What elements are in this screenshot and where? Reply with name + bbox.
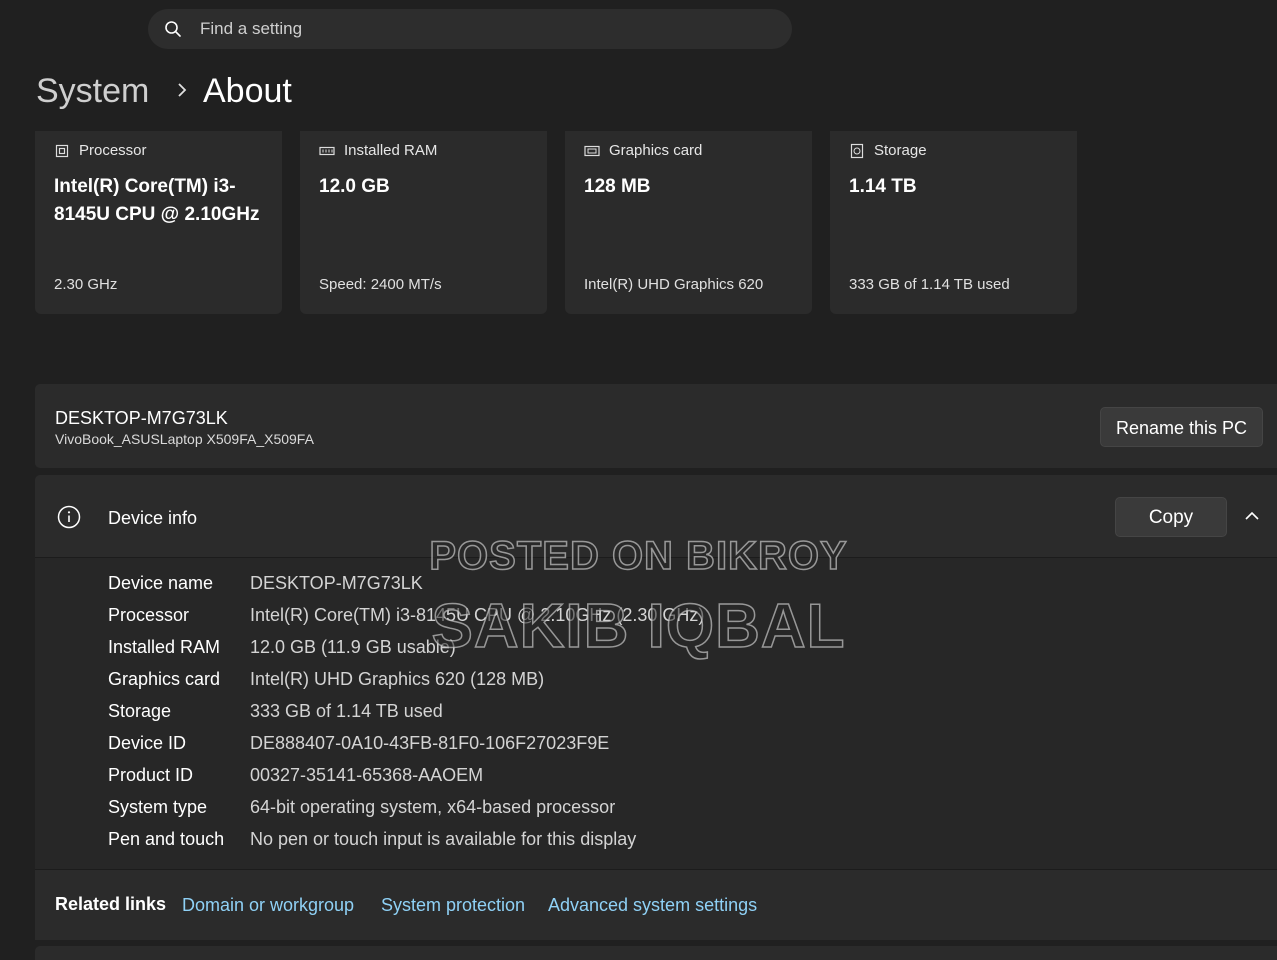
row-value: 64-bit operating system, x64-based proce…: [250, 797, 616, 817]
spec-sub: Speed: 2400 MT/s: [319, 276, 442, 293]
row-value: 12.0 GB (11.9 GB usable): [250, 637, 456, 657]
search-input[interactable]: Find a setting: [200, 19, 302, 39]
spec-sub: 333 GB of 1.14 TB used: [849, 276, 1010, 293]
spec-card-ram: Installed RAM 12.0 GB Speed: 2400 MT/s: [300, 131, 547, 314]
device-info-title: Device info: [108, 508, 198, 528]
spec-card-graphics: Graphics card 128 MB Intel(R) UHD Graphi…: [565, 131, 812, 314]
breadcrumb-system[interactable]: System: [36, 72, 149, 110]
row-value: 00327-35141-65368-AAOEM: [250, 765, 484, 785]
row-value: No pen or touch input is available for t…: [250, 829, 637, 849]
spec-value: Intel(R) Core(TM) i3-8145U CPU @ 2.10GHz: [54, 176, 260, 225]
spec-value: 128 MB: [584, 176, 651, 197]
device-info-list: Device name DESKTOP-M7G73LK Processor In…: [35, 558, 1277, 869]
row-key: Graphics card: [108, 669, 221, 689]
spec-value: 1.14 TB: [849, 176, 917, 197]
chevron-right-icon: [178, 83, 187, 97]
spec-label: Installed RAM: [344, 142, 438, 159]
spec-label: Graphics card: [609, 142, 703, 159]
spec-label: Storage: [874, 142, 927, 159]
row-value: DE888407-0A10-43FB-81F0-106F27023F9E: [250, 733, 610, 753]
chevron-up-icon[interactable]: [1244, 508, 1260, 524]
search-box[interactable]: Find a setting: [148, 9, 792, 49]
row-key: System type: [108, 797, 208, 817]
link-domain-workgroup[interactable]: Domain or workgroup: [182, 895, 354, 916]
pc-name-panel: DESKTOP-M7G73LK VivoBook_ASUSLaptop X509…: [35, 384, 1277, 468]
row-key: Product ID: [108, 765, 194, 785]
spec-sub: 2.30 GHz: [54, 276, 118, 293]
info-icon: [57, 505, 81, 529]
rename-pc-button[interactable]: Rename this PC: [1100, 407, 1263, 447]
spec-card-processor: Processor Intel(R) Core(TM) i3-8145U CPU…: [35, 131, 282, 314]
row-key: Installed RAM: [108, 637, 221, 657]
search-icon: [165, 21, 181, 37]
row-key: Pen and touch: [108, 829, 225, 849]
row-value: 333 GB of 1.14 TB used: [250, 701, 443, 721]
page-title: About: [203, 72, 292, 110]
link-system-protection[interactable]: System protection: [381, 895, 525, 916]
row-key: Storage: [108, 701, 172, 721]
spec-value: 12.0 GB: [319, 176, 390, 197]
pc-name: DESKTOP-M7G73LK: [55, 408, 228, 428]
row-value: Intel(R) UHD Graphics 620 (128 MB): [250, 669, 545, 689]
row-key: Device ID: [108, 733, 187, 753]
related-links-panel: Related links Domain or workgroup System…: [35, 869, 1277, 940]
row-key: Processor: [108, 605, 190, 625]
storage-icon: [850, 143, 864, 158]
row-key: Device name: [108, 573, 214, 593]
link-advanced-system-settings[interactable]: Advanced system settings: [548, 895, 757, 916]
related-links-label: Related links: [55, 894, 167, 914]
device-info-header[interactable]: Device info Copy: [35, 475, 1277, 558]
ram-icon: [319, 146, 335, 155]
processor-icon: [55, 144, 69, 157]
next-panel-edge: [35, 946, 1277, 960]
spec-label: Processor: [79, 142, 147, 159]
breadcrumb: System About: [36, 72, 292, 111]
pc-model: VivoBook_ASUSLaptop X509FA_X509FA: [55, 431, 314, 447]
copy-button[interactable]: Copy: [1115, 497, 1227, 537]
spec-sub: Intel(R) UHD Graphics 620: [584, 276, 764, 293]
row-value: DESKTOP-M7G73LK: [250, 573, 423, 593]
row-value: Intel(R) Core(TM) i3-8145U CPU @ 2.10GHz…: [250, 605, 705, 625]
graphics-card-icon: [584, 145, 600, 156]
spec-card-storage: Storage 1.14 TB 333 GB of 1.14 TB used: [830, 131, 1077, 314]
